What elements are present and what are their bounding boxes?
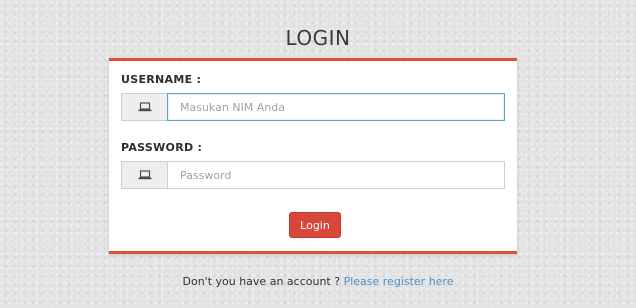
page-title: LOGIN bbox=[285, 26, 351, 50]
password-input[interactable] bbox=[167, 161, 505, 189]
username-label: USERNAME : bbox=[121, 73, 202, 86]
register-prompt-text: Don't you have an account ? bbox=[182, 275, 344, 288]
login-card: USERNAME : PASSWORD : Login bbox=[109, 58, 517, 254]
laptop-icon bbox=[121, 93, 167, 121]
username-input[interactable] bbox=[167, 93, 505, 121]
register-link[interactable]: Please register here bbox=[344, 275, 454, 288]
password-input-group bbox=[121, 161, 505, 189]
username-input-group bbox=[121, 93, 505, 121]
register-prompt: Don't you have an account ? Please regis… bbox=[0, 275, 636, 288]
password-label: PASSWORD : bbox=[121, 141, 203, 154]
laptop-icon bbox=[121, 161, 167, 189]
login-button[interactable]: Login bbox=[289, 212, 341, 238]
